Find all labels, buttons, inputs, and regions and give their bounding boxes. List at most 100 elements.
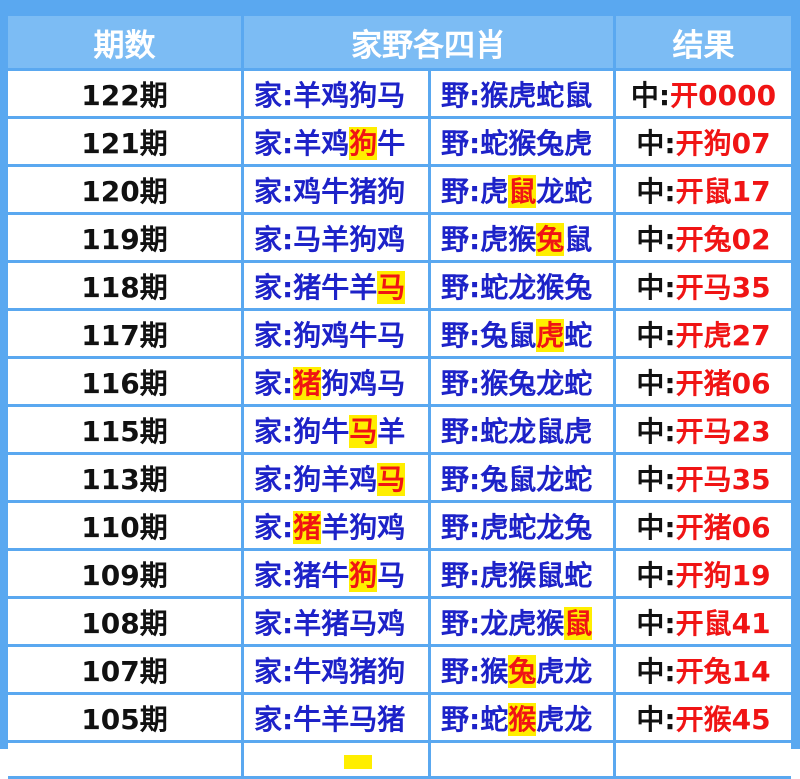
wild-prefix: 野: — [441, 222, 481, 256]
wild-prefix: 野: — [441, 606, 481, 640]
zodiac-sign: 蛇 — [536, 78, 565, 112]
zodiac-sign: 鸡 — [377, 606, 406, 640]
period-cell: 115期 — [8, 407, 244, 455]
table-body: 122期 家:羊鸡狗马 野:猴虎蛇鼠 中:开0000 121期 家:羊鸡狗牛 野:蛇猴兔虎中… — [8, 71, 791, 779]
zodiac-sign: 虎 — [480, 222, 509, 256]
result-prefix: 中: — [636, 558, 676, 592]
result-value: 开兔14 — [675, 654, 771, 688]
zodiac-sign: 兔 — [508, 366, 537, 400]
home-prefix: 家: — [254, 510, 294, 544]
table-row: 110期 家:猪羊狗鸡 野:虎蛇龙兔 中:开猪06 — [8, 503, 791, 551]
table-row-partial — [8, 743, 791, 779]
zodiac-sign: 猪 — [349, 654, 378, 688]
period-cell: 113期 — [8, 455, 244, 503]
zodiac-sign: 羊 — [321, 222, 350, 256]
zodiac-sign: 羊 — [349, 270, 378, 304]
zodiac-sign: 马 — [377, 318, 406, 352]
result-value: 开0000 — [670, 78, 777, 112]
zodiac-results-table: 期数 家野各四肖 结果 122期 家:羊鸡狗马 野:猴虎蛇鼠 中:开0000 121期家… — [8, 16, 791, 779]
zodiac-sign: 狗 — [377, 174, 406, 208]
zodiac-sign: 鸡 — [321, 318, 350, 352]
result-cell: 中:开猴45 — [616, 695, 791, 743]
zodiac-sign: 虎 — [480, 558, 509, 592]
zodiac-sign: 狗 — [293, 318, 322, 352]
zodiac-sign: 虎 — [480, 510, 509, 544]
result-prefix: 中: — [636, 654, 676, 688]
zodiac-sign: 兔 — [508, 654, 537, 688]
zodiac-sign: 鼠 — [536, 558, 565, 592]
zodiac-sign: 龙 — [508, 414, 537, 448]
zodiac-sign: 鼠 — [564, 222, 593, 256]
period-cell: 122期 — [8, 71, 244, 119]
result-cell: 中:开0000 — [616, 71, 791, 119]
zodiac-sign: 鸡 — [321, 78, 350, 112]
zodiac-sign: 蛇 — [564, 318, 593, 352]
highlight-mark — [344, 755, 372, 769]
period-cell: 109期 — [8, 551, 244, 599]
zodiac-sign: 猴 — [480, 78, 509, 112]
table-row: 116期 家:猪狗鸡马 野:猴兔龙蛇 中:开猪06 — [8, 359, 791, 407]
wild-prefix: 野: — [441, 510, 481, 544]
zodiac-sign: 马 — [349, 606, 378, 640]
zodiac-sign: 兔 — [564, 270, 593, 304]
home-prefix: 家: — [254, 222, 294, 256]
zodiac-sign: 马 — [349, 414, 378, 448]
zodiac-sign: 马 — [377, 462, 406, 496]
zodiac-sign: 猴 — [536, 270, 565, 304]
result-cell: 中:开鼠17 — [616, 167, 791, 215]
wild-prefix: 野: — [441, 78, 481, 112]
zodiac-sign: 蛇 — [564, 462, 593, 496]
zodiac-sign: 羊 — [321, 462, 350, 496]
zodiac-sign: 马 — [377, 270, 406, 304]
home-group-cell: 家:羊猪马鸡 — [244, 599, 431, 647]
result-value: 开兔02 — [675, 222, 771, 256]
result-value: 开马23 — [675, 414, 771, 448]
zodiac-sign: 鼠 — [508, 462, 537, 496]
zodiac-sign: 猴 — [508, 222, 537, 256]
zodiac-sign: 牛 — [321, 414, 350, 448]
zodiac-sign: 狗 — [377, 654, 406, 688]
table-row: 115期 家:狗牛马羊 野:蛇龙鼠虎 中:开马23 — [8, 407, 791, 455]
wild-group-cell: 野:虎鼠龙蛇 — [431, 167, 616, 215]
header-result: 结果 — [616, 16, 791, 71]
partial-cell — [244, 743, 431, 779]
wild-group-cell: 野:虎猴鼠蛇 — [431, 551, 616, 599]
zodiac-sign: 牛 — [293, 654, 322, 688]
wild-group-cell: 野:蛇龙猴兔 — [431, 263, 616, 311]
wild-group-cell: 野:蛇猴兔虎 — [431, 119, 616, 167]
wild-prefix: 野: — [441, 558, 481, 592]
result-cell: 中:开兔02 — [616, 215, 791, 263]
result-value: 开鼠41 — [675, 606, 771, 640]
zodiac-sign: 猪 — [293, 270, 322, 304]
result-cell: 中:开猪06 — [616, 359, 791, 407]
result-value: 开狗19 — [675, 558, 771, 592]
home-prefix: 家: — [254, 366, 294, 400]
zodiac-sign: 鼠 — [564, 606, 593, 640]
result-prefix: 中: — [636, 126, 676, 160]
zodiac-sign: 鸡 — [293, 174, 322, 208]
wild-prefix: 野: — [441, 174, 481, 208]
home-group-cell: 家:羊鸡狗马 — [244, 71, 431, 119]
zodiac-sign: 鸡 — [377, 222, 406, 256]
zodiac-sign: 虎 — [536, 702, 565, 736]
home-group-cell: 家:鸡牛猪狗 — [244, 167, 431, 215]
wild-prefix: 野: — [441, 462, 481, 496]
result-cell: 中:开虎27 — [616, 311, 791, 359]
result-prefix: 中: — [636, 702, 676, 736]
zodiac-sign: 猪 — [349, 174, 378, 208]
zodiac-sign: 蛇 — [480, 270, 509, 304]
zodiac-sign: 鼠 — [564, 78, 593, 112]
home-prefix: 家: — [254, 558, 294, 592]
home-group-cell: 家:猪牛羊马 — [244, 263, 431, 311]
zodiac-sign: 蛇 — [480, 702, 509, 736]
result-value: 开马35 — [675, 462, 771, 496]
wild-group-cell: 野:猴兔龙蛇 — [431, 359, 616, 407]
zodiac-sign: 鼠 — [508, 174, 537, 208]
period-cell: 108期 — [8, 599, 244, 647]
zodiac-sign: 狗 — [349, 126, 378, 160]
zodiac-sign: 猪 — [293, 366, 322, 400]
period-cell: 107期 — [8, 647, 244, 695]
zodiac-sign: 狗 — [349, 558, 378, 592]
header-groups: 家野各四肖 — [244, 16, 616, 71]
zodiac-sign: 兔 — [480, 318, 509, 352]
